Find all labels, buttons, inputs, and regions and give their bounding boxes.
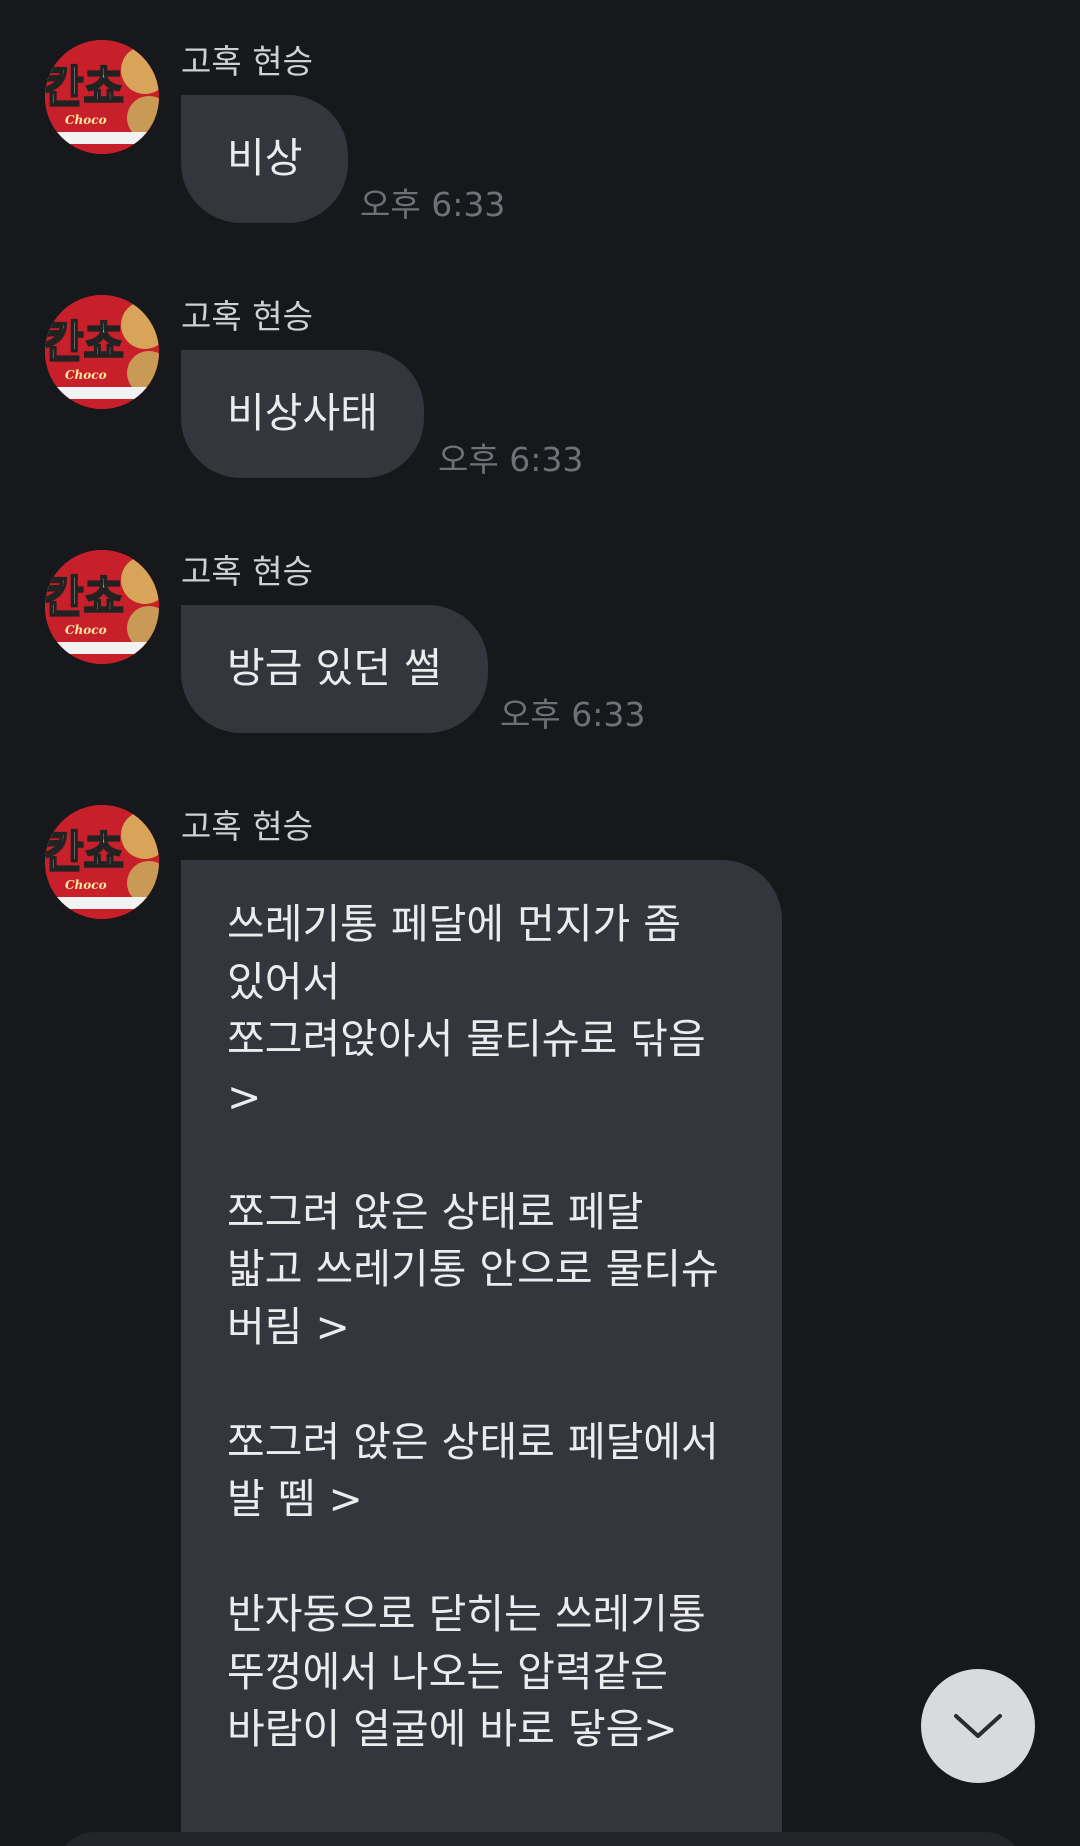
svg-text:Choco: Choco [65, 113, 107, 127]
message-line: 뚜껑에서 나오는 압력같은 [227, 1647, 668, 1696]
message-bubble[interactable]: 쓰레기통 페달에 먼지가 좀 있어서 쪼그려앉아서 물티슈로 닦음 > 쪼그려 … [181, 860, 782, 1846]
message-line: 쪼그려 앉은 상태로 페달에서 [227, 1417, 719, 1466]
svg-text:Choco: Choco [65, 878, 107, 892]
message-time: 오후 6:33 [438, 440, 584, 479]
input-bar-edge [55, 1832, 1025, 1846]
svg-text:칸쵸: 칸쵸 [45, 62, 124, 113]
chat-view[interactable]: 칸쵸 Choco 고혹 현승 비상 오후 6:33 칸쵸 Choco 고혹 현승… [0, 0, 1080, 1846]
message-line: > [227, 1072, 262, 1121]
message-line: 쪼그려 앉은 상태로 페달 [227, 1187, 644, 1236]
avatar[interactable]: 칸쵸 Choco [45, 40, 159, 154]
message-line: 바람이 얼굴에 바로 닿음> [227, 1705, 678, 1753]
avatar[interactable]: 칸쵸 Choco [45, 805, 159, 919]
svg-text:칸쵸: 칸쵸 [45, 827, 124, 878]
svg-text:칸쵸: 칸쵸 [45, 572, 124, 623]
message-line: 발 뗌 > [227, 1475, 363, 1523]
sender-name: 고혹 현승 [181, 807, 313, 846]
avatar[interactable]: 칸쵸 Choco [45, 550, 159, 664]
avatar-image: 칸쵸 Choco [45, 40, 159, 154]
message-time: 오후 6:33 [500, 695, 646, 734]
svg-text:Choco: Choco [65, 368, 107, 382]
message-line: 버림 > [227, 1302, 350, 1351]
scroll-to-bottom-button[interactable] [921, 1669, 1035, 1783]
message-bubble[interactable]: 비상 [181, 95, 349, 223]
chevron-down-icon [954, 1714, 1002, 1738]
avatar[interactable]: 칸쵸 Choco [45, 295, 159, 409]
avatar-image: 칸쵸 Choco [45, 805, 159, 919]
message-line: 쪼그려앉아서 물티슈로 닦음 [227, 1015, 706, 1063]
message-time: 오후 6:33 [360, 185, 506, 224]
message-bubble[interactable]: 방금 있던 썰 [181, 605, 488, 733]
sender-name: 고혹 현승 [181, 552, 313, 591]
message-line: 있어서 [227, 957, 341, 1006]
message-bubble[interactable]: 비상사태 [181, 350, 424, 478]
svg-text:칸쵸: 칸쵸 [45, 317, 124, 368]
svg-text:Choco: Choco [65, 623, 107, 637]
message-line: 밟고 쓰레기통 안으로 물티슈 [227, 1245, 719, 1293]
sender-name: 고혹 현승 [181, 42, 313, 81]
avatar-image: 칸쵸 Choco [45, 550, 159, 664]
message-line: 쓰레기통 페달에 먼지가 좀 [227, 900, 682, 948]
message-line: 반자동으로 닫히는 쓰레기통 [227, 1590, 706, 1638]
avatar-image: 칸쵸 Choco [45, 295, 159, 409]
sender-name: 고혹 현승 [181, 297, 313, 336]
